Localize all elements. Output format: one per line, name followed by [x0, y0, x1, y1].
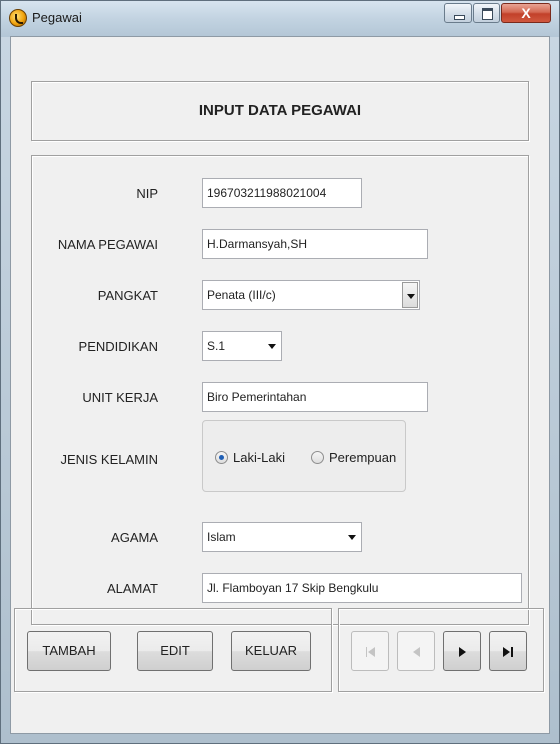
nip-label: NIP — [136, 186, 158, 201]
close-icon: X — [521, 5, 531, 21]
chevron-down-icon[interactable] — [344, 524, 360, 550]
pangkat-value: Penata (III/c) — [207, 288, 276, 302]
chevron-down-icon[interactable] — [264, 333, 280, 359]
minimize-button[interactable] — [444, 3, 472, 23]
radio-laki-laki[interactable] — [215, 451, 228, 464]
radio-perempuan[interactable] — [311, 451, 324, 464]
radio-perempuan-label[interactable]: Perempuan — [329, 450, 396, 465]
record-navigation-panel — [338, 608, 544, 692]
first-record-button[interactable] — [351, 631, 389, 671]
nip-field[interactable]: 196703211988021004 — [202, 178, 362, 208]
previous-record-button[interactable] — [397, 631, 435, 671]
agama-value: Islam — [207, 530, 236, 544]
tambah-button[interactable]: TAMBAH — [27, 631, 111, 671]
form-panel: NIP 196703211988021004 NAMA PEGAWAI H.Da… — [31, 155, 529, 625]
pangkat-select[interactable]: Penata (III/c) — [202, 280, 420, 310]
jenis-kelamin-group: Laki-Laki Perempuan — [202, 420, 406, 492]
first-record-icon — [366, 647, 367, 657]
next-record-button[interactable] — [443, 631, 481, 671]
agama-select[interactable]: Islam — [202, 522, 362, 552]
action-button-panel: TAMBAH EDIT KELUAR — [14, 608, 332, 692]
nama-pegawai-label: NAMA PEGAWAI — [57, 237, 158, 252]
unit-kerja-label: UNIT KERJA — [82, 390, 158, 405]
window-title: Pegawai — [32, 10, 82, 25]
alamat-label: ALAMAT — [106, 581, 158, 596]
last-record-button[interactable] — [489, 631, 527, 671]
pendidikan-select[interactable]: S.1 — [202, 331, 282, 361]
previous-record-icon — [413, 647, 420, 657]
radio-laki-laki-label[interactable]: Laki-Laki — [233, 450, 285, 465]
unit-kerja-field[interactable]: Biro Pemerintahan — [202, 382, 428, 412]
edit-button[interactable]: EDIT — [137, 631, 213, 671]
title-bar[interactable]: Pegawai X — [1, 1, 559, 37]
jenis-kelamin-label: JENIS KELAMIN — [60, 452, 158, 467]
agama-label: AGAMA — [111, 530, 158, 545]
pangkat-label: PANGKAT — [97, 288, 158, 303]
pendidikan-label: PENDIDIKAN — [78, 339, 158, 354]
app-icon — [9, 9, 27, 27]
maximize-button[interactable] — [473, 3, 500, 23]
chevron-down-icon[interactable] — [402, 282, 418, 308]
last-record-icon — [503, 647, 510, 657]
next-record-icon — [459, 647, 466, 657]
header-panel: INPUT DATA PEGAWAI — [31, 81, 529, 141]
keluar-button[interactable]: KELUAR — [231, 631, 311, 671]
form-heading: INPUT DATA PEGAWAI — [198, 102, 362, 119]
pendidikan-value: S.1 — [207, 339, 226, 353]
alamat-field[interactable]: Jl. Flamboyan 17 Skip Bengkulu — [202, 573, 522, 603]
nama-pegawai-field[interactable]: H.Darmansyah,SH — [202, 229, 428, 259]
close-button[interactable]: X — [501, 3, 551, 23]
